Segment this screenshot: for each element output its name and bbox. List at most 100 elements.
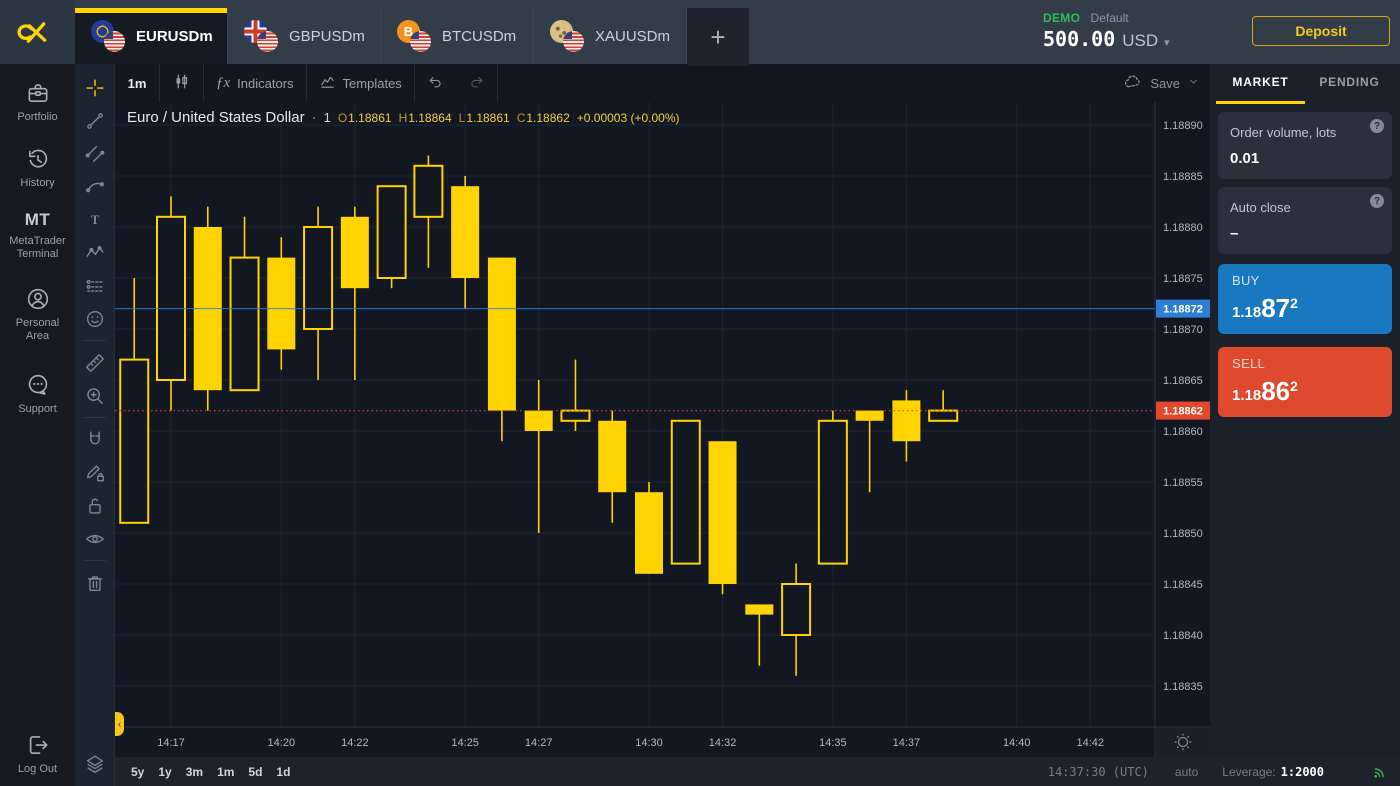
- svg-text:1.18860: 1.18860: [1163, 426, 1203, 438]
- save-layout-button[interactable]: Save: [1123, 64, 1200, 102]
- chevron-down-icon: ▾: [1164, 36, 1170, 49]
- connection-signal-icon: [1372, 764, 1388, 780]
- sidebar-item-personal-area[interactable]: Personal Area: [0, 286, 75, 343]
- range-3m[interactable]: 3m: [186, 765, 203, 779]
- price-chart[interactable]: 1.188901.188851.188801.188751.188701.188…: [115, 102, 1210, 757]
- range-5d[interactable]: 5d: [248, 765, 262, 779]
- svg-text:1.18872: 1.18872: [1163, 304, 1203, 316]
- help-icon[interactable]: ?: [1370, 194, 1384, 208]
- svg-text:14:40: 14:40: [1003, 737, 1031, 749]
- templates-button[interactable]: Templates: [307, 64, 414, 102]
- tool-hide-drawings-icon[interactable]: [75, 522, 114, 555]
- tool-curve-icon[interactable]: [75, 170, 114, 203]
- sidebar-item-logout[interactable]: Log Out: [0, 732, 75, 776]
- tool-zoom-in-icon[interactable]: [75, 379, 114, 412]
- sidebar-item-label: Support: [5, 403, 71, 416]
- support-icon: [25, 372, 51, 398]
- order-volume-card[interactable]: Order volume, lots 0.01 ?: [1218, 112, 1392, 179]
- range-buttons: 5y 1y 3m 1m 5d 1d: [131, 765, 304, 779]
- order-volume-value[interactable]: 0.01: [1230, 150, 1380, 167]
- gb-us-flag-icon: [244, 19, 279, 53]
- add-symbol-tab-button[interactable]: +: [687, 8, 749, 66]
- sidebar-item-label: MetaTrader Terminal: [5, 235, 71, 261]
- auto-close-card[interactable]: Auto close – ?: [1218, 187, 1392, 254]
- tool-multi-line-icon[interactable]: [75, 137, 114, 170]
- chart-type-button[interactable]: [160, 64, 203, 102]
- account-switcher[interactable]: DEMO Default 500.00 USD ▾: [1043, 11, 1170, 51]
- portfolio-icon: [25, 80, 51, 106]
- symbol-tab-XAUUSDm[interactable]: XAUUSDm: [534, 8, 687, 64]
- tool-remove-drawings-icon[interactable]: [75, 566, 114, 599]
- tool-object-tree-icon[interactable]: [75, 747, 114, 780]
- account-profile: Default: [1091, 11, 1129, 25]
- logout-icon: [25, 732, 51, 758]
- order-tab-market[interactable]: MARKET: [1216, 64, 1305, 104]
- person-icon: [25, 286, 51, 312]
- svg-text:1.18870: 1.18870: [1163, 324, 1203, 336]
- change-value: +0.00003 (+0.00%): [577, 111, 680, 125]
- mt-badge: MT: [25, 210, 51, 230]
- svg-text:14:32: 14:32: [709, 737, 737, 749]
- chart-panel: 1m ƒx Indicators Templates Save: [115, 64, 1210, 757]
- leverage-value: 1:2000: [1281, 765, 1324, 779]
- sidebar-item-history[interactable]: History: [0, 146, 75, 190]
- buy-price: 1.18872: [1232, 290, 1378, 326]
- symbol-tab-label: XAUUSDm: [595, 28, 670, 45]
- tool-ruler-icon[interactable]: [75, 346, 114, 379]
- candles-icon: [172, 72, 191, 94]
- undo-button[interactable]: [415, 64, 456, 102]
- fx-icon: ƒx: [216, 75, 230, 92]
- svg-text:14:37: 14:37: [893, 737, 921, 749]
- utc-clock[interactable]: 14:37:30 (UTC): [1048, 765, 1149, 779]
- topbar: EURUSDm GBPUSDmBBTCUSDm XAUUSDm + DEMO Defa…: [75, 0, 1400, 64]
- tool-projection-icon[interactable]: [75, 269, 114, 302]
- svg-text:14:30: 14:30: [635, 737, 663, 749]
- svg-text:T: T: [90, 213, 99, 227]
- symbol-tab-EURUSDm[interactable]: EURUSDm: [75, 8, 228, 64]
- sidebar-item-portfolio[interactable]: Portfolio: [0, 80, 75, 124]
- range-1m[interactable]: 1m: [217, 765, 234, 779]
- sell-button[interactable]: SELL 1.18862: [1218, 347, 1392, 417]
- tool-trend-line-icon[interactable]: [75, 104, 114, 137]
- svg-text:1.18845: 1.18845: [1163, 579, 1203, 591]
- range-1d[interactable]: 1d: [276, 765, 290, 779]
- cloud-icon: [1123, 72, 1143, 95]
- symbol-tab-GBPUSDm[interactable]: GBPUSDm: [228, 8, 381, 64]
- tool-text-icon[interactable]: T: [75, 203, 114, 236]
- tool-lock-all-icon[interactable]: [75, 489, 114, 522]
- chart-settings-icon[interactable]: [1156, 728, 1210, 757]
- svg-text:14:17: 14:17: [157, 737, 185, 749]
- chart-toolbar: 1m ƒx Indicators Templates Save: [115, 64, 1210, 102]
- legend-interval: 1: [324, 110, 331, 125]
- deposit-button[interactable]: Deposit: [1252, 16, 1390, 46]
- exness-logo[interactable]: [0, 0, 75, 64]
- symbol-tab-label: EURUSDm: [136, 28, 213, 45]
- trading-terminal: Portfolio History MT MetaTrader Terminal Per…: [0, 0, 1400, 786]
- tool-magnet-icon[interactable]: [75, 423, 114, 456]
- buy-button[interactable]: BUY 1.18872: [1218, 264, 1392, 334]
- sidebar-item-support[interactable]: Support: [0, 372, 75, 416]
- symbol-name[interactable]: Euro / United States Dollar: [127, 109, 305, 126]
- sidebar-item-label: Log Out: [5, 763, 71, 776]
- range-1y[interactable]: 1y: [158, 765, 171, 779]
- xau-us-flag-icon: [550, 19, 585, 53]
- account-balance: 500.00: [1043, 27, 1115, 51]
- symbol-tab-BTCUSDm[interactable]: BBTCUSDm: [381, 8, 534, 64]
- tool-emoji-icon[interactable]: [75, 302, 114, 335]
- sidebar-item-metatrader-terminal[interactable]: MT MetaTrader Terminal: [0, 210, 75, 261]
- tool-crosshair-icon[interactable]: [75, 71, 114, 104]
- redo-button[interactable]: [456, 64, 497, 102]
- svg-text:14:35: 14:35: [819, 737, 847, 749]
- indicators-button[interactable]: ƒx Indicators: [204, 64, 306, 102]
- order-tab-pending[interactable]: PENDING: [1305, 64, 1394, 104]
- interval-button[interactable]: 1m: [115, 64, 159, 102]
- help-icon[interactable]: ?: [1370, 119, 1384, 133]
- order-panel: MARKETPENDING Order volume, lots 0.01 ? …: [1210, 64, 1400, 757]
- auto-scale-toggle[interactable]: auto: [1175, 765, 1198, 779]
- tool-pattern-icon[interactable]: [75, 236, 114, 269]
- sidebar-item-label: Portfolio: [5, 111, 71, 124]
- tool-draw-lock-icon[interactable]: [75, 456, 114, 489]
- collapse-panel-handle[interactable]: ‹: [115, 712, 124, 736]
- auto-close-value[interactable]: –: [1230, 225, 1380, 242]
- range-5y[interactable]: 5y: [131, 765, 144, 779]
